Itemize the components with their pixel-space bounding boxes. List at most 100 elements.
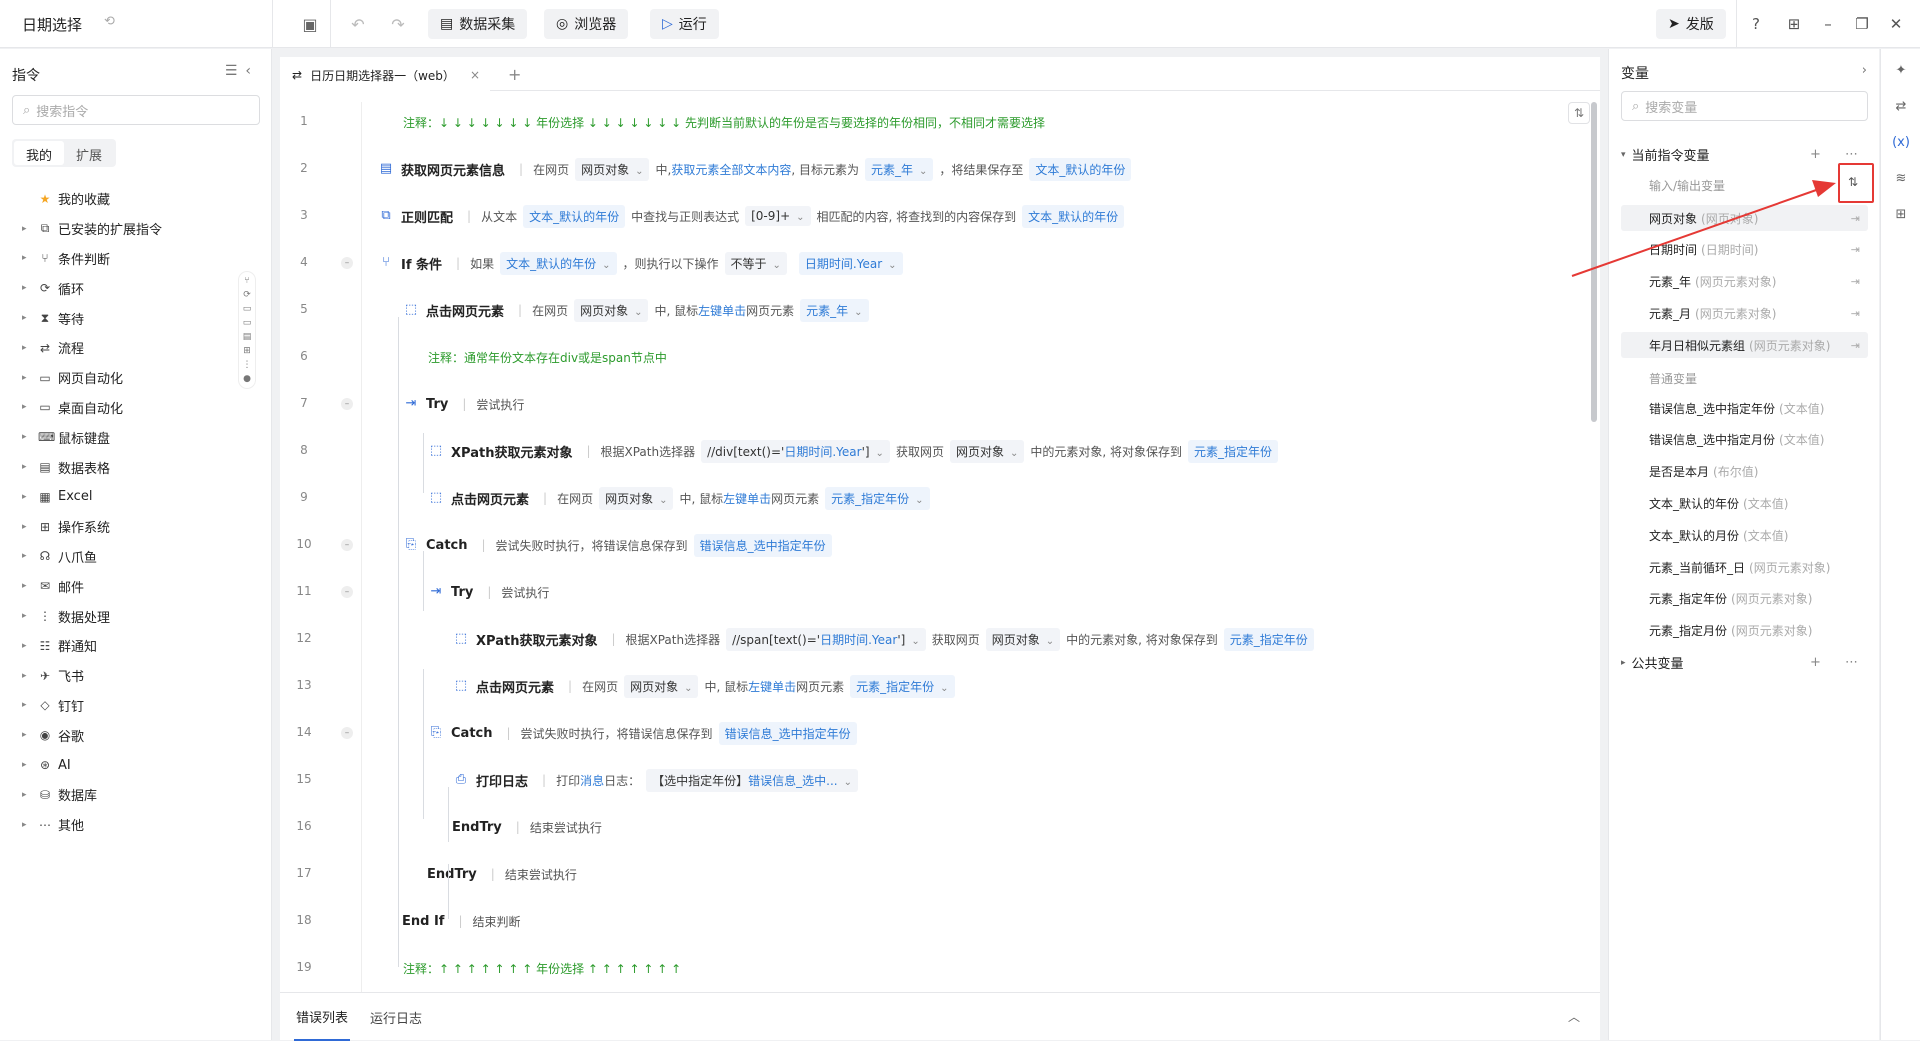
tree-item[interactable]: ▸ ▭ 桌面自动化 — [22, 393, 162, 423]
param-chip[interactable]: 网页对象 ⌄ — [574, 298, 649, 322]
flow-line[interactable]: ⇥ Try | 尝试执行 — [428, 580, 550, 604]
restore-icon[interactable]: ❐ — [1850, 12, 1874, 36]
caret-right-icon[interactable]: ▸ — [22, 224, 32, 234]
caret-right-icon[interactable]: ▸ — [22, 313, 32, 323]
caret-right-icon[interactable]: ▸ — [22, 492, 32, 502]
tree-item[interactable]: ▸ ◉ 谷歌 — [22, 720, 162, 750]
chevron-down-icon[interactable]: ⌄ — [915, 495, 923, 506]
chevron-up-icon[interactable]: ︿ — [1568, 1008, 1580, 1025]
param-chip[interactable]: 元素_年 ⌄ — [800, 298, 869, 322]
chevron-right-icon[interactable]: › — [1862, 63, 1867, 78]
save-icon[interactable]: ▣ — [298, 12, 322, 36]
sort-variables-icon[interactable]: ⇅ — [1848, 175, 1858, 189]
caret-right-icon[interactable]: ▸ — [22, 611, 32, 621]
tree-item[interactable]: ▸ ✉ 邮件 — [22, 571, 162, 601]
caret-right-icon[interactable]: ▸ — [22, 343, 32, 353]
os-icon[interactable]: ⊞ — [243, 346, 251, 356]
tree-item[interactable]: ▸ ⇄ 流程 — [22, 333, 162, 363]
param-chip[interactable]: 文本_默认的年份 ⌄ — [500, 251, 617, 275]
flow-icon[interactable]: ⇄ — [1891, 99, 1911, 119]
tree-item[interactable]: ▸ ⑂ 条件判断 — [22, 244, 162, 274]
variable-item[interactable]: 文本_默认的年份 (文本值) — [1621, 490, 1868, 516]
param-chip[interactable]: 元素_指定年份 — [1223, 627, 1314, 651]
variable-item[interactable]: 网页对象 (网页对象) ⇥ — [1621, 205, 1868, 231]
caret-right-icon[interactable]: ▸ — [22, 700, 32, 710]
input-arrow-icon[interactable]: ⇥ — [1851, 275, 1860, 288]
flow-line[interactable]: ▤ 获取网页元素信息 | 在网页 网页对象 ⌄ 中, 获取元素全部文本内容, 目标元素为 元素_… — [378, 157, 1137, 181]
variable-item[interactable]: 文本_默认的月份 (文本值) — [1621, 522, 1868, 548]
current-variables-section[interactable]: ▾ 当前指令变量 + ⋯ — [1621, 145, 1868, 164]
caret-right-icon[interactable]: ▸ — [22, 283, 32, 293]
tab-mine[interactable]: 我的 — [14, 141, 65, 165]
table-icon[interactable]: ▤ — [243, 332, 252, 342]
flow-line[interactable]: ⬚ 点击网页元素 | 在网页 网页对象 ⌄ 中, 鼠标 左键单击 网页元素 元素_指定年份 ⌄ — [428, 486, 936, 510]
flow-line[interactable]: ⎘ Catch | 尝试失败时执行，将错误信息保存到 错误信息_选中指定年份 — [428, 721, 863, 745]
variable-item[interactable]: 是否是本月 (布尔值) — [1621, 459, 1868, 485]
variable-item[interactable]: 元素_月 (网页元素对象) ⇥ — [1621, 300, 1868, 326]
variable-item[interactable]: 元素_指定月份 (网页元素对象) — [1621, 618, 1868, 644]
branch-icon[interactable]: ⑂ — [244, 276, 249, 286]
param-chip[interactable]: 网页对象 ⌄ — [624, 674, 699, 698]
variable-item[interactable]: 元素_当前循环_日 (网页元素对象) — [1621, 554, 1868, 580]
flow-line[interactable]: ⬚ 点击网页元素 | 在网页 网页对象 ⌄ 中, 鼠标 左键单击 网页元素 元素_年 ⌄ — [403, 298, 875, 322]
fold-toggle-icon[interactable]: – — [341, 257, 353, 269]
chevron-down-icon[interactable]: ⌄ — [684, 683, 692, 694]
caret-right-icon[interactable]: ▸ — [22, 820, 32, 830]
tab-run-log[interactable]: 运行日志 — [370, 993, 422, 1041]
caret-right-icon[interactable]: ▸ — [22, 462, 32, 472]
chevron-down-icon[interactable]: ⌄ — [911, 636, 919, 647]
xpath-chip[interactable]: //div[text()='日期时间.Year'] ⌄ — [701, 439, 890, 463]
tree-item[interactable]: ▸ ⧗ 等待 — [22, 303, 162, 333]
layers-icon[interactable]: ≋ — [1891, 171, 1911, 191]
tree-item[interactable]: ▸ ⊞ 操作系统 — [22, 512, 162, 542]
flow-line[interactable]: ⧉ 正则匹配 | 从文本 文本_默认的年份 中查找与正则表达式 [0-9]+ ⌄ 相匹配的内容,… — [378, 204, 1130, 228]
caret-right-icon[interactable]: ▸ — [22, 551, 32, 561]
chevron-down-icon[interactable]: ⌄ — [1046, 636, 1054, 647]
input-arrow-icon[interactable]: ⇥ — [1851, 339, 1860, 352]
param-chip[interactable]: 日期时间.Year ⌄ — [798, 251, 903, 275]
tree-item[interactable]: ▸ ⊛ AI — [22, 750, 162, 780]
tree-item[interactable]: ▸ ⋮ 数据处理 — [22, 601, 162, 631]
undo-icon[interactable]: ↶ — [346, 12, 370, 36]
caret-right-icon[interactable]: ▸ — [22, 432, 32, 442]
tree-item[interactable]: ★ 我的收藏 — [22, 184, 162, 214]
chevron-down-icon[interactable]: ⌄ — [888, 260, 896, 271]
tree-item[interactable]: ▸ ⋯ 其他 — [22, 810, 162, 840]
minimize-icon[interactable]: – — [1816, 12, 1840, 36]
flow-line[interactable]: ⎘ Catch | 尝试失败时执行，将错误信息保存到 错误信息_选中指定年份 — [403, 533, 838, 557]
add-tab-icon[interactable]: + — [508, 65, 521, 84]
chevron-left-icon[interactable]: ‹ — [245, 63, 259, 79]
param-chip[interactable]: [0-9]+ ⌄ — [745, 206, 811, 226]
redo-icon[interactable]: ↷ — [386, 12, 410, 36]
param-chip[interactable]: 网页对象 ⌄ — [575, 157, 650, 181]
param-chip[interactable]: 网页对象 ⌄ — [985, 627, 1061, 651]
tree-item[interactable]: ▸ ▤ 数据表格 — [22, 452, 162, 482]
chevron-down-icon[interactable]: ⌄ — [796, 212, 804, 223]
chevron-down-icon[interactable]: ⌄ — [854, 307, 862, 318]
flow-line[interactable]: End If | 结束判断 — [402, 909, 521, 933]
flow-line[interactable]: 注释：通常年份文本存在div或是span节点中 — [428, 345, 667, 369]
param-chip[interactable]: 元素_指定年份 ⌄ — [850, 674, 955, 698]
close-tab-icon[interactable]: × — [470, 68, 480, 82]
flow-line[interactable]: EndTry | 结束尝试执行 — [452, 815, 602, 839]
caret-right-icon[interactable]: ▸ — [22, 641, 32, 651]
caret-right-icon[interactable]: ▸ — [22, 522, 32, 532]
param-chip[interactable]: 网页对象 ⌄ — [949, 439, 1025, 463]
input-arrow-icon[interactable]: ⇥ — [1851, 212, 1860, 225]
help-icon[interactable]: ? — [1744, 12, 1768, 36]
file-tab[interactable]: ⇄ 日历日期选择器一（web） × — [280, 57, 490, 91]
caret-right-icon[interactable]: ▸ — [22, 760, 32, 770]
caret-right-icon[interactable]: ▸ — [22, 730, 32, 740]
variable-icon[interactable]: (x) — [1891, 135, 1911, 155]
tree-item[interactable]: ▸ ◇ 钉钉 — [22, 691, 162, 721]
chevron-down-icon[interactable]: ⌄ — [940, 683, 948, 694]
run-button[interactable]: ▷ 运行 — [650, 9, 719, 39]
loop-icon[interactable]: ⟳ — [243, 290, 251, 300]
browser-button[interactable]: ◎ 浏览器 — [544, 9, 629, 39]
param-chip[interactable]: 【选中指定年份】错误信息_选中... ⌄ — [646, 768, 858, 792]
flow-line[interactable]: ⬚ XPath获取元素对象 | 根据XPath选择器 //div[text()='日期时… — [428, 439, 1284, 463]
tree-item[interactable]: ▸ ✈ 飞书 — [22, 661, 162, 691]
tree-item[interactable]: ▸ ⟳ 循环 — [22, 273, 162, 303]
variable-item[interactable]: 元素_指定年份 (网页元素对象) — [1621, 586, 1868, 612]
desktop-icon[interactable]: ▭ — [243, 318, 252, 328]
